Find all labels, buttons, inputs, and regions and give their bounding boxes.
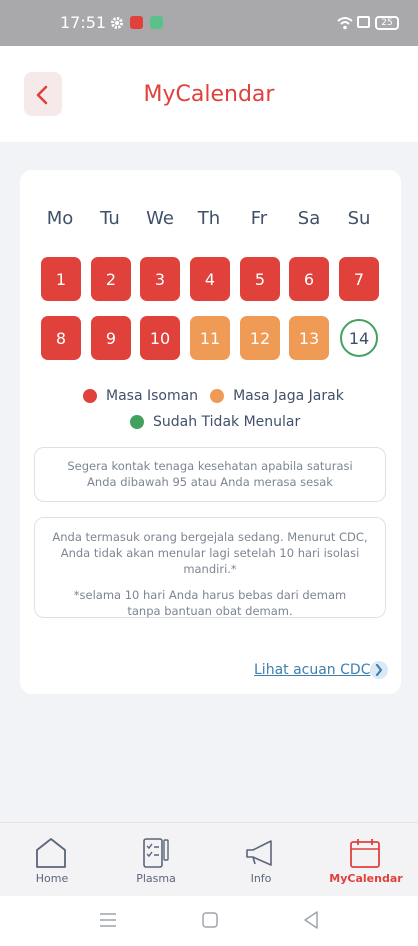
legend-label-isoman: Masa Isoman [106,388,199,404]
legend-row: Sudah Tidak Menular [130,414,300,430]
page-title: MyCalendar [143,82,275,107]
notification-app-icon-2 [150,16,163,29]
calendar-day[interactable]: 6 [289,257,329,301]
nav-info-label: Info [250,872,272,885]
calendar-day[interactable]: 11 [190,316,230,360]
legend-dot-tidak-menular [130,415,144,429]
system-nav-bar [0,896,418,946]
weekday-label: Fr [250,208,268,229]
clipboard-check-icon [143,838,169,868]
legend-dot-isoman [83,389,97,403]
calendar-day[interactable]: 2 [91,257,131,301]
notification-app-icon [130,16,143,29]
calendar-day[interactable]: 5 [240,257,280,301]
calendar-icon [350,839,380,868]
weekday-label: We [146,208,174,229]
calendar-day[interactable]: 9 [91,316,131,360]
nav-mycalendar-label: MyCalendar [329,872,403,885]
home-square-icon[interactable] [202,912,218,928]
calendar-day[interactable]: 7 [339,257,379,301]
calendar-day[interactable]: 10 [140,316,180,360]
app-header: MyCalendar [0,46,418,142]
chevron-right-icon[interactable] [370,661,388,679]
weekday-label: Sa [297,208,321,229]
battery-icon: 25 [375,16,399,30]
calendar-day-current[interactable]: 14 [340,319,378,357]
nav-home[interactable]: Home [0,823,104,897]
signal-icon [357,16,370,28]
calendar-card: Mo Tu We Th Fr Sa Su 1 2 3 4 5 6 7 8 9 1… [20,170,401,694]
nav-home-label: Home [35,872,69,885]
menu-icon[interactable] [99,913,117,927]
info-notice: Anda termasuk orang bergejala sedang. Me… [34,517,386,618]
legend-row: Masa Isoman Masa Jaga Jarak [83,388,344,404]
weekday-label: Mo [46,208,74,229]
nav-mycalendar[interactable]: MyCalendar [314,823,418,897]
status-bar: 17:51 25 [0,0,418,46]
info-footnote: *selama 10 hari Anda harus bebas dari de… [73,588,347,618]
weekday-label: Tu [100,208,120,229]
nav-plasma-label: Plasma [136,872,176,885]
calendar-day[interactable]: 4 [190,257,230,301]
cdc-reference-link[interactable]: Lihat acuan CDC [254,662,370,678]
calendar-day[interactable]: 8 [41,316,81,360]
home-icon [36,838,66,868]
wifi-icon [337,17,353,30]
warning-text: Segera kontak tenaga kesehatan apabila s… [67,459,353,489]
nav-plasma[interactable]: Plasma [104,823,208,897]
weekday-label: Su [347,208,371,229]
bottom-nav: Home Plasma Info MyCalendar [0,822,418,896]
legend-dot-jaga-jarak [210,389,225,403]
calendar-day[interactable]: 3 [140,257,180,301]
gear-icon [111,17,123,29]
calendar-day[interactable]: 13 [289,316,329,360]
calendar-day[interactable]: 12 [240,316,280,360]
info-text: Anda termasuk orang bergejala sedang. Me… [52,530,368,576]
legend-label-jaga-jarak: Masa Jaga Jarak [233,388,344,404]
warning-notice: Segera kontak tenaga kesehatan apabila s… [34,447,386,502]
status-time: 17:51 [60,13,107,32]
weekday-label: Th [197,208,221,229]
back-triangle-icon[interactable] [303,911,319,929]
nav-info[interactable]: Info [209,823,313,897]
megaphone-icon [246,840,272,866]
calendar-day[interactable]: 1 [41,257,81,301]
legend-label-tidak-menular: Sudah Tidak Menular [153,414,301,430]
